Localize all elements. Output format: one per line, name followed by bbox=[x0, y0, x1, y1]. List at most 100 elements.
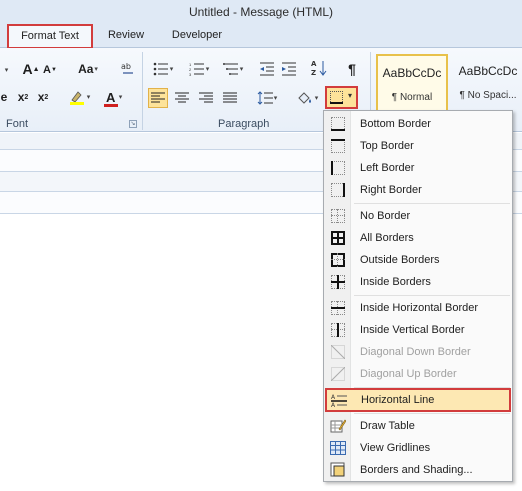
menu-item-all-borders[interactable]: All Borders bbox=[326, 227, 510, 249]
multilevel-list-icon bbox=[222, 63, 238, 75]
menu-item-label: Diagonal Up Border bbox=[360, 368, 457, 380]
menu-item-horizontal-line[interactable]: AA Horizontal Line bbox=[325, 388, 511, 412]
outside-borders-icon bbox=[326, 249, 350, 271]
borders-menu: Bottom Border Top Border Left Border Rig… bbox=[323, 110, 513, 482]
numbering-icon: 123 bbox=[189, 62, 204, 76]
bullets-button[interactable]: ▾ bbox=[148, 60, 178, 78]
change-case-label: Aa bbox=[78, 62, 94, 76]
multilevel-list-button[interactable]: ▾ bbox=[218, 60, 248, 78]
shrink-font-label: A bbox=[43, 64, 51, 76]
tab-review[interactable]: Review bbox=[102, 25, 150, 48]
numbering-button[interactable]: 1 2 3 ▾ bbox=[184, 60, 214, 78]
grow-font-button[interactable]: A ▲ bbox=[22, 60, 40, 78]
shading-button[interactable]: ▾ bbox=[292, 88, 322, 108]
change-case-button[interactable]: Aa ▾ bbox=[76, 60, 100, 78]
show-formatting-marks-button[interactable]: ¶ bbox=[344, 60, 360, 78]
menu-item-label: Inside Borders bbox=[360, 276, 431, 288]
menu-item-label: Diagonal Down Border bbox=[360, 346, 471, 358]
menu-item-label: Borders and Shading... bbox=[360, 464, 473, 476]
font-size-dropdown-arrow[interactable]: ▾ bbox=[0, 62, 12, 78]
superscript-label: x bbox=[37, 90, 45, 104]
style-sample: AaBbCcDc bbox=[458, 64, 518, 78]
svg-text:A: A bbox=[311, 60, 317, 68]
shrink-font-button[interactable]: A ▼ bbox=[42, 62, 58, 78]
inside-vertical-border-icon bbox=[326, 319, 350, 341]
line-spacing-icon bbox=[257, 91, 273, 105]
view-gridlines-icon bbox=[326, 437, 350, 459]
menu-separator bbox=[354, 203, 510, 204]
no-border-icon bbox=[326, 205, 350, 227]
svg-text:ab: ab bbox=[121, 62, 131, 71]
inside-borders-icon bbox=[326, 271, 350, 293]
sort-button[interactable]: AZ bbox=[310, 58, 328, 78]
svg-text:3: 3 bbox=[189, 72, 192, 76]
window-title: Untitled - Message (HTML) bbox=[188, 5, 334, 19]
menu-item-outside-borders[interactable]: Outside Borders bbox=[326, 249, 510, 271]
svg-text:A: A bbox=[331, 394, 336, 401]
decrease-indent-button[interactable] bbox=[258, 60, 276, 78]
font-color-button[interactable]: A ▾ bbox=[98, 88, 128, 107]
superscript-button[interactable]: x2 bbox=[34, 88, 52, 106]
menu-item-inside-vertical-border[interactable]: Inside Vertical Border bbox=[326, 319, 510, 341]
align-right-button[interactable] bbox=[196, 88, 216, 108]
menu-item-inside-horizontal-border[interactable]: Inside Horizontal Border bbox=[326, 297, 510, 319]
sort-icon: AZ bbox=[311, 60, 327, 77]
menu-item-label: Bottom Border bbox=[360, 118, 431, 130]
borders-icon bbox=[330, 91, 343, 104]
align-left-icon bbox=[151, 92, 165, 103]
tab-format-text[interactable]: Format Text bbox=[7, 24, 93, 49]
align-left-button[interactable] bbox=[148, 88, 168, 108]
menu-item-label: Inside Vertical Border bbox=[360, 324, 465, 336]
ribbon-tabs: Format Text Review Developer bbox=[0, 22, 522, 49]
menu-item-view-gridlines[interactable]: View Gridlines bbox=[326, 437, 510, 459]
justify-icon bbox=[223, 92, 237, 103]
style-no-spacing[interactable]: AaBbCcDc ¶ No Spaci... bbox=[452, 54, 522, 116]
line-spacing-button[interactable]: ▾ bbox=[252, 88, 282, 108]
clear-formatting-button[interactable]: ab bbox=[118, 58, 138, 78]
style-normal[interactable]: AaBbCcDc ¶ Normal bbox=[376, 54, 448, 116]
menu-item-label: Top Border bbox=[360, 140, 414, 152]
diagonal-down-border-icon bbox=[326, 341, 350, 363]
menu-item-right-border[interactable]: Right Border bbox=[326, 179, 510, 201]
group-separator bbox=[142, 52, 143, 130]
menu-item-bottom-border[interactable]: Bottom Border bbox=[326, 113, 510, 135]
menu-item-top-border[interactable]: Top Border bbox=[326, 135, 510, 157]
menu-item-draw-table[interactable]: Draw Table bbox=[326, 415, 510, 437]
clear-formatting-icon: ab bbox=[121, 62, 133, 74]
title-bar: Untitled - Message (HTML) bbox=[0, 0, 522, 22]
increase-indent-icon bbox=[282, 62, 296, 76]
align-right-icon bbox=[199, 92, 213, 103]
increase-indent-button[interactable] bbox=[280, 60, 298, 78]
chevron-down-icon: ▾ bbox=[348, 91, 353, 100]
menu-item-label: Outside Borders bbox=[360, 254, 440, 266]
subscript-button[interactable]: x2 bbox=[14, 88, 32, 106]
paint-bucket-icon bbox=[298, 92, 311, 104]
menu-item-inside-borders[interactable]: Inside Borders bbox=[326, 271, 510, 293]
align-center-button[interactable] bbox=[172, 88, 192, 108]
right-border-icon bbox=[326, 179, 350, 201]
font-color-icon: A bbox=[103, 89, 118, 107]
menu-item-diagonal-up-border: Diagonal Up Border bbox=[326, 363, 510, 385]
subscript-label: x bbox=[17, 90, 25, 104]
menu-item-left-border[interactable]: Left Border bbox=[326, 157, 510, 179]
style-sample: AaBbCcDc bbox=[382, 66, 442, 80]
menu-item-label: Horizontal Line bbox=[361, 394, 435, 406]
menu-item-no-border[interactable]: No Border bbox=[326, 205, 510, 227]
justify-button[interactable] bbox=[220, 88, 240, 108]
menu-item-label: Left Border bbox=[360, 162, 415, 174]
svg-text:Z: Z bbox=[311, 69, 316, 77]
font-color-label: A bbox=[106, 89, 116, 105]
menu-item-borders-and-shading[interactable]: Borders and Shading... bbox=[326, 459, 510, 481]
style-name: ¶ Normal bbox=[391, 92, 433, 103]
tab-developer[interactable]: Developer bbox=[166, 25, 228, 48]
bold-partial[interactable]: e bbox=[0, 88, 8, 106]
all-borders-icon bbox=[326, 227, 350, 249]
text-highlight-button[interactable]: ▾ bbox=[64, 88, 94, 106]
grow-font-label: A bbox=[22, 61, 33, 77]
menu-item-diagonal-down-border: Diagonal Down Border bbox=[326, 341, 510, 363]
menu-item-label: View Gridlines bbox=[360, 442, 431, 454]
left-border-icon bbox=[326, 157, 350, 179]
borders-dropdown-button[interactable]: ▾ bbox=[325, 86, 358, 109]
menu-item-label: Right Border bbox=[360, 184, 422, 196]
font-dialog-launcher[interactable]: ↘ bbox=[129, 120, 137, 128]
